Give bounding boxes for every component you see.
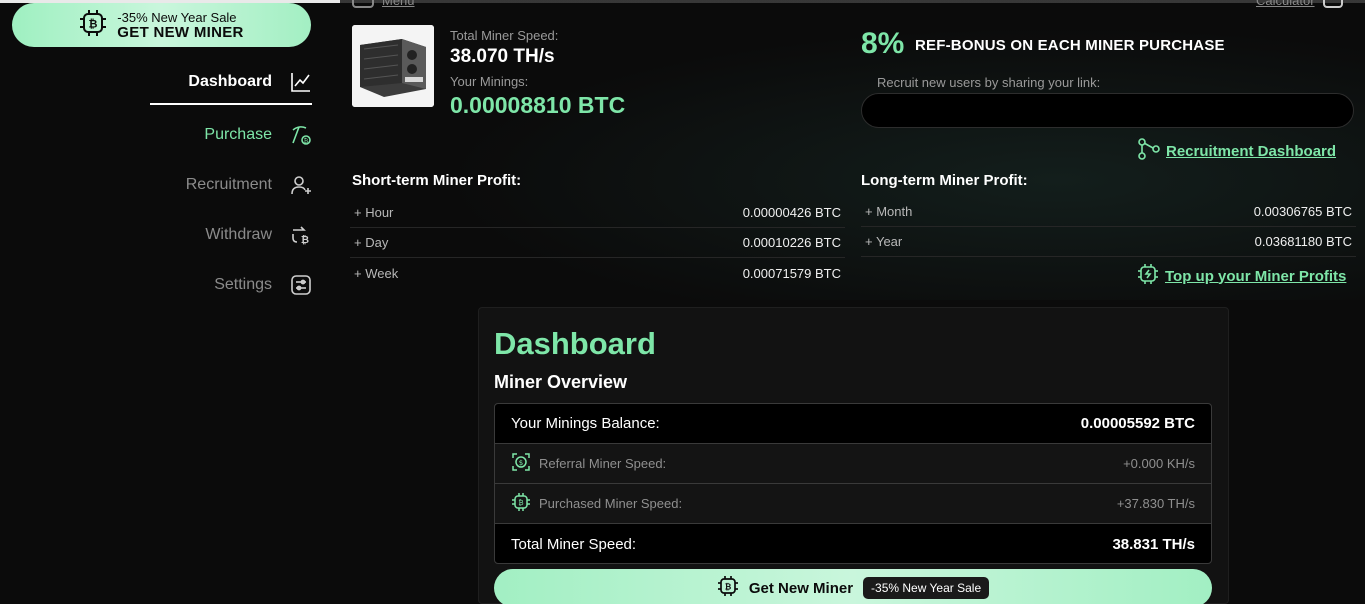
exchange-bitcoin-icon: ₿	[290, 224, 312, 246]
row-value: 0.00000426 BTC	[742, 205, 841, 220]
user-add-icon	[290, 174, 312, 196]
long-term-table: + Month 0.00306765 BTC + Year 0.03681180…	[861, 197, 1356, 257]
miner-overview-heading: Miner Overview	[494, 372, 628, 392]
svg-text:₿: ₿	[518, 499, 523, 507]
new-year-sale-button[interactable]: ₿ -35% New Year Sale GET NEW MINER	[12, 3, 311, 47]
page-title: Dashboard	[494, 326, 656, 361]
recruitment-dashboard-link[interactable]: Recruitment Dashboard	[1138, 138, 1336, 164]
recruitment-dashboard-label: Recruitment Dashboard	[1166, 142, 1337, 160]
nav-label-purchase: Purchase	[204, 126, 272, 143]
nav-item-purchase[interactable]: Purchase ₿	[150, 110, 312, 160]
nav-label-recruitment: Recruitment	[185, 176, 272, 193]
purchased-speed-cell: ₿ Purchased Miner Speed:	[511, 492, 682, 515]
svg-text:$: $	[519, 459, 523, 467]
sliders-icon	[290, 274, 312, 296]
share-nodes-icon	[1138, 138, 1160, 164]
short-term-title: Short-term Miner Profit:	[352, 172, 522, 189]
menu-label: Menu	[382, 0, 415, 8]
dollar-chip-icon: $	[511, 452, 531, 475]
get-new-miner-label: GET NEW MINER	[117, 24, 244, 41]
nav-item-withdraw[interactable]: Withdraw ₿	[150, 210, 312, 260]
row-label: + Year	[865, 234, 903, 249]
referral-link-field[interactable]	[861, 93, 1354, 128]
table-row: + Day 0.00010226 BTC	[350, 228, 845, 258]
purchased-speed-value: +37.830 TH/s	[1116, 496, 1195, 511]
ref-bonus-percent: 8%	[861, 27, 905, 60]
svg-text:₿: ₿	[301, 234, 309, 246]
menu-icon	[352, 0, 374, 8]
menu-link[interactable]: Menu	[352, 0, 415, 8]
row-label: + Day	[354, 235, 389, 250]
nav-label-dashboard: Dashboard	[188, 72, 272, 90]
your-minings-label: Your Minings:	[450, 74, 529, 89]
svg-text:₿: ₿	[304, 138, 309, 145]
ref-bonus-headline: REF-BONUS ON EACH MINER PURCHASE	[915, 37, 1225, 54]
get-new-miner-button[interactable]: ₿ Get New Miner -35% New Year Sale	[494, 569, 1212, 604]
top-up-label: Top up your Miner Profits	[1165, 267, 1347, 285]
sale-badge: -35% New Year Sale	[863, 577, 990, 599]
recruit-label: Recruit new users by sharing your link:	[877, 75, 1101, 90]
calculator-link[interactable]: Calculator	[1256, 0, 1343, 8]
pickaxe-icon: ₿	[290, 124, 312, 146]
total-miner-speed-value: 38.070 TH/s	[450, 46, 555, 67]
miner-overview-table: Your Minings Balance: 0.00005592 BTC $ R…	[494, 403, 1212, 564]
row-value: 0.00010226 BTC	[742, 235, 841, 250]
chart-line-icon	[290, 71, 312, 93]
row-value: 0.03681180 BTC	[1254, 234, 1352, 249]
table-row: Total Miner Speed: 38.831 TH/s	[495, 524, 1211, 563]
row-label: + Week	[354, 265, 399, 281]
table-row: ₿ Purchased Miner Speed: +37.830 TH/s	[495, 484, 1211, 524]
row-label: + Month	[865, 204, 913, 219]
table-row: Your Minings Balance: 0.00005592 BTC	[495, 404, 1211, 444]
nav-item-settings[interactable]: Settings	[150, 260, 312, 310]
purchased-speed-label: Purchased Miner Speed:	[539, 496, 683, 511]
sale-label: -35% New Year Sale	[117, 10, 237, 25]
miner-image	[352, 25, 434, 107]
nav-item-recruitment[interactable]: Recruitment	[150, 160, 312, 210]
row-value: 0.00306765 BTC	[1253, 204, 1352, 219]
nav-item-dashboard[interactable]: Dashboard	[150, 60, 312, 105]
row-value: 0.00071579 BTC	[742, 265, 841, 281]
nav-label-withdraw: Withdraw	[205, 226, 272, 243]
long-term-title: Long-term Miner Profit:	[861, 172, 1028, 189]
minings-balance-label: Your Minings Balance:	[511, 415, 660, 432]
total-speed-label: Total Miner Speed:	[511, 535, 637, 553]
get-new-miner-label: Get New Miner	[748, 579, 854, 597]
referral-speed-value: +0.000 KH/s	[1123, 456, 1195, 471]
minings-balance-value: 0.00005592 BTC	[1080, 415, 1195, 432]
bitcoin-chip-icon: ₿	[511, 492, 531, 515]
table-row: + Hour 0.00000426 BTC	[350, 198, 845, 228]
nav-label-settings: Settings	[214, 276, 272, 293]
total-speed-value: 38.831 TH/s	[1112, 535, 1195, 553]
row-label: + Hour	[354, 205, 394, 220]
svg-text:₿: ₿	[89, 17, 98, 30]
dollar-chip-icon	[1137, 263, 1159, 289]
total-miner-speed-label: Total Miner Speed:	[450, 28, 559, 43]
calculator-icon	[1322, 0, 1343, 8]
svg-text:₿: ₿	[725, 582, 732, 591]
top-up-profits-link[interactable]: Top up your Miner Profits	[1137, 263, 1346, 289]
table-row: + Week 0.00071579 BTC	[350, 258, 845, 288]
calculator-label: Calculator	[1256, 0, 1315, 8]
table-row: + Month 0.00306765 BTC	[861, 197, 1356, 227]
short-term-table: + Hour 0.00000426 BTC + Day 0.00010226 B…	[350, 198, 845, 288]
sidebar-nav: Dashboard Purchase ₿ Recruitment Withdra…	[150, 60, 312, 310]
table-row: + Year 0.03681180 BTC	[861, 227, 1356, 257]
referral-speed-label: Referral Miner Speed:	[539, 456, 667, 471]
bitcoin-chip-icon: ₿	[717, 575, 739, 602]
table-row: $ Referral Miner Speed: +0.000 KH/s	[495, 444, 1211, 484]
bitcoin-chip-icon: ₿	[79, 9, 107, 42]
referral-speed-cell: $ Referral Miner Speed:	[511, 452, 666, 475]
your-minings-value: 0.00008810 BTC	[450, 92, 626, 118]
